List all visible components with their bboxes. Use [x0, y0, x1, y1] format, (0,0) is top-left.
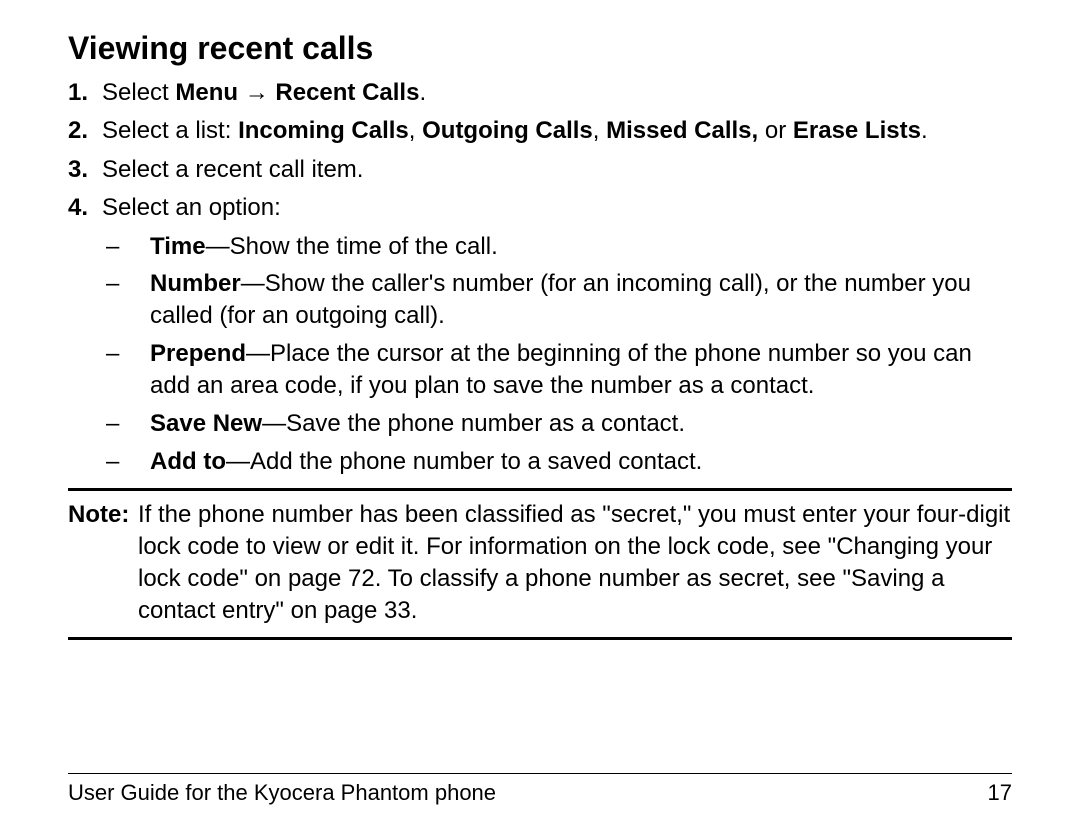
instruction-list: 1.Select Menu → Recent Calls.2.Select a … [68, 77, 1012, 478]
option-content: Add to—Add the phone number to a saved c… [150, 446, 1012, 478]
option-item: –Add to—Add the phone number to a saved … [106, 446, 1012, 478]
footer-left: User Guide for the Kyocera Phantom phone [68, 780, 496, 806]
step-content: Select a recent call item. [102, 154, 1012, 186]
footer-page-number: 17 [988, 780, 1012, 806]
section-heading: Viewing recent calls [68, 30, 1012, 67]
option-item: –Number—Show the caller's number (for an… [106, 268, 1012, 332]
option-content: Save New—Save the phone number as a cont… [150, 408, 1012, 440]
option-item: –Time—Show the time of the call. [106, 231, 1012, 263]
option-content: Prepend—Place the cursor at the beginnin… [150, 338, 1012, 402]
page-footer: User Guide for the Kyocera Phantom phone… [68, 780, 1012, 806]
step-number: 3. [68, 154, 102, 186]
option-content: Number—Show the caller's number (for an … [150, 268, 1012, 332]
dash-marker: – [106, 268, 150, 300]
option-list: –Time—Show the time of the call.–Number—… [106, 231, 1012, 478]
step-content: Select Menu → Recent Calls. [102, 77, 1012, 109]
divider-top [68, 488, 1012, 491]
instruction-step: 2.Select a list: Incoming Calls, Outgoin… [68, 115, 1012, 147]
step-number: 1. [68, 77, 102, 109]
instruction-step: 1.Select Menu → Recent Calls. [68, 77, 1012, 109]
step-number: 4. [68, 192, 102, 224]
note-block: Note: If the phone number has been class… [68, 499, 1012, 627]
note-text: If the phone number has been classified … [138, 499, 1012, 627]
option-content: Time—Show the time of the call. [150, 231, 1012, 263]
step-content: Select a list: Incoming Calls, Outgoing … [102, 115, 1012, 147]
step-content: Select an option: [102, 192, 1012, 224]
divider-bottom [68, 637, 1012, 640]
dash-marker: – [106, 338, 150, 370]
instruction-step: 4.Select an option: [68, 192, 1012, 224]
dash-marker: – [106, 231, 150, 263]
option-item: –Prepend—Place the cursor at the beginni… [106, 338, 1012, 402]
instruction-step: 3.Select a recent call item. [68, 154, 1012, 186]
footer-rule [68, 773, 1012, 774]
step-number: 2. [68, 115, 102, 147]
dash-marker: – [106, 408, 150, 440]
dash-marker: – [106, 446, 150, 478]
note-label: Note: [68, 499, 138, 531]
option-item: –Save New—Save the phone number as a con… [106, 408, 1012, 440]
